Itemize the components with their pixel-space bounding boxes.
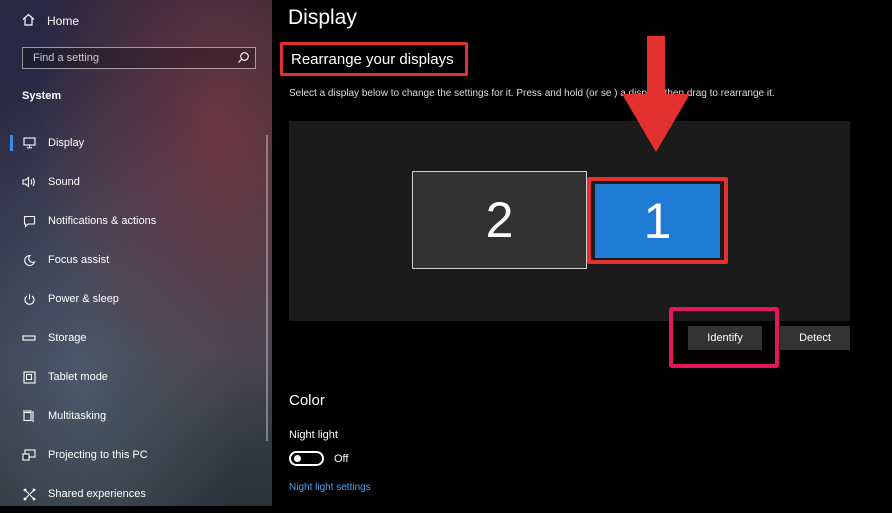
rearrange-highlight-box: Rearrange your displays [280, 42, 468, 76]
night-light-settings-link[interactable]: Night light settings [289, 482, 371, 493]
down-arrow-icon [618, 36, 694, 159]
night-light-toggle[interactable] [289, 451, 324, 466]
monitor-icon [22, 136, 36, 150]
sidebar-scrollbar[interactable] [266, 135, 268, 441]
display-2-tile[interactable]: 2 [412, 171, 587, 269]
shared-experiences-icon [22, 487, 36, 501]
sidebar-item-label: Projecting to this PC [48, 449, 148, 461]
rearrange-instructions: Select a display below to change the set… [289, 88, 775, 99]
sidebar-item-notifications[interactable]: Notifications & actions [0, 202, 266, 240]
identify-button[interactable]: Identify [688, 326, 762, 350]
notifications-icon [22, 214, 36, 228]
night-light-state: Off [334, 453, 349, 465]
sidebar-item-storage[interactable]: Storage [0, 319, 266, 357]
sidebar-item-shared-experiences[interactable]: Shared experiences [0, 475, 266, 513]
sidebar-item-power-sleep[interactable]: Power & sleep [0, 280, 266, 318]
home-label: Home [47, 14, 80, 28]
sidebar-item-label: Storage [48, 332, 87, 344]
sidebar-item-label: Display [48, 137, 85, 149]
display-settings-page: Display Rearrange your displays Select a… [272, 0, 892, 506]
display-1-tile[interactable]: 1 [595, 184, 720, 258]
sidebar-item-multitasking[interactable]: Multitasking [0, 397, 266, 435]
search-box[interactable] [22, 47, 256, 69]
night-light-label: Night light [289, 429, 338, 441]
sidebar-item-focus-assist[interactable]: Focus assist [0, 241, 266, 279]
sidebar-item-projecting[interactable]: Projecting to this PC [0, 436, 266, 474]
sidebar-item-label: Shared experiences [48, 488, 146, 500]
display-arrangement-area[interactable]: 2 1 [289, 121, 850, 321]
search-icon[interactable] [237, 51, 250, 69]
sidebar-item-label: Multitasking [48, 410, 107, 422]
projecting-icon [22, 448, 36, 462]
sidebar-item-tablet-mode[interactable]: Tablet mode [0, 358, 266, 396]
multitasking-icon [22, 409, 36, 423]
sidebar-item-sound[interactable]: Sound [0, 163, 266, 201]
rearrange-title: Rearrange your displays [291, 51, 454, 68]
speaker-icon [22, 175, 36, 189]
sidebar-item-label: Focus assist [48, 254, 110, 266]
home-link[interactable]: Home [22, 12, 79, 30]
toggle-knob [294, 455, 301, 462]
power-icon [22, 292, 36, 306]
display-1-highlight: 1 [587, 177, 728, 264]
sidebar-item-label: Tablet mode [48, 371, 108, 383]
sidebar-item-label: Power & sleep [48, 293, 119, 305]
sidebar-item-label: Sound [48, 176, 80, 188]
sidebar-item-display[interactable]: Display [0, 124, 266, 162]
sidebar-item-label: Notifications & actions [48, 215, 157, 227]
page-title: Display [288, 6, 357, 29]
color-section-title: Color [289, 392, 325, 409]
settings-sidebar: Home System Display Sound Notifications … [0, 0, 272, 506]
detect-button[interactable]: Detect [780, 326, 850, 350]
search-input[interactable] [23, 48, 223, 68]
tablet-mode-icon [22, 370, 36, 384]
section-title: System [22, 90, 62, 102]
home-icon [22, 13, 35, 29]
storage-icon [22, 331, 36, 345]
moon-icon [22, 253, 36, 267]
